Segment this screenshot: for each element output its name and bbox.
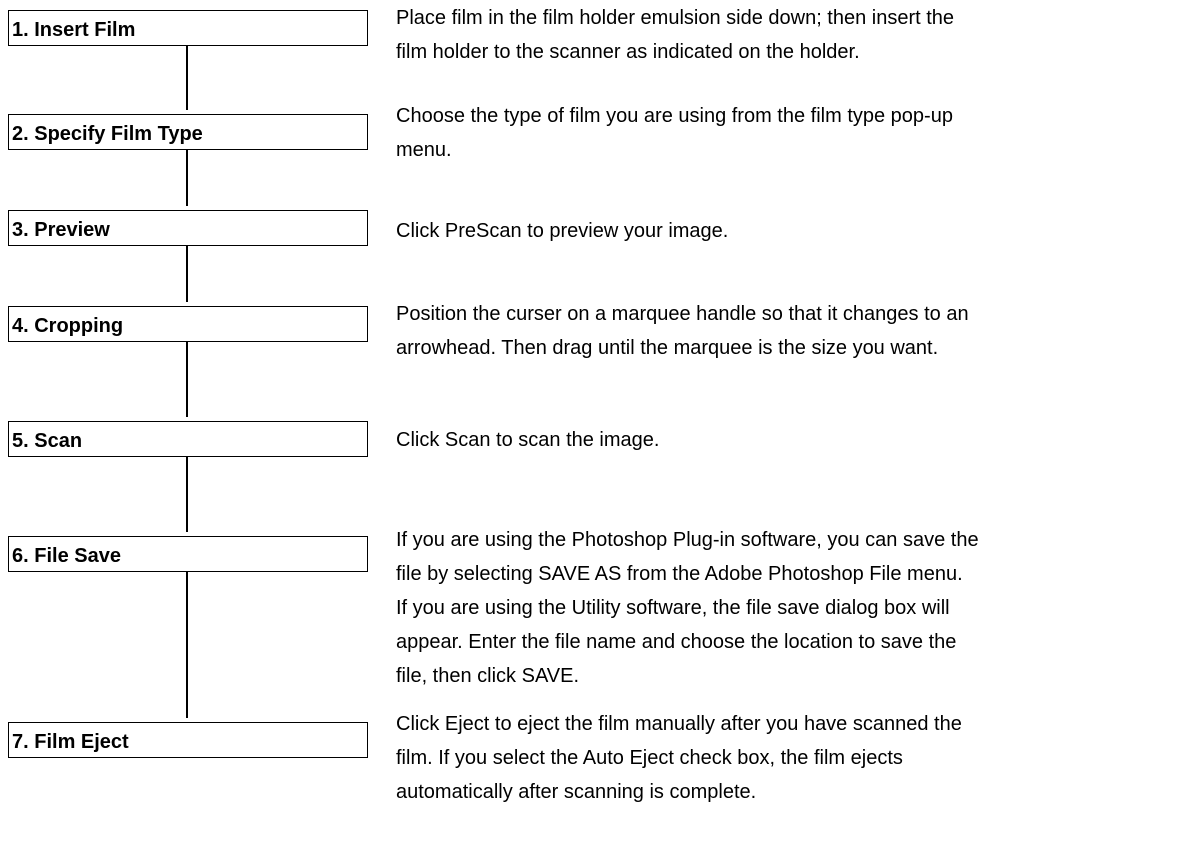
- description-line: automatically after scanning is complete…: [396, 781, 757, 803]
- connector-line-1-2: [186, 42, 188, 110]
- step-description-insert-film: Place film in the film holder emulsion s…: [396, 1, 1176, 69]
- step-box-film-eject: 7. Film Eject: [8, 722, 368, 758]
- connector-line-6-7: [186, 570, 188, 718]
- description-line: Click Eject to eject the film manually a…: [396, 713, 962, 735]
- description-line: film. If you select the Auto Eject check…: [396, 747, 903, 769]
- connector-line-4-5: [186, 340, 188, 417]
- step-description-scan: Click Scan to scan the image.: [396, 423, 1176, 457]
- step-box-specify-film-type: 2. Specify Film Type: [8, 114, 368, 150]
- step-box-insert-film: 1. Insert Film: [8, 10, 368, 46]
- step-description-film-eject: Click Eject to eject the film manually a…: [396, 707, 1176, 809]
- step-description-cropping: Position the curser on a marquee handle …: [396, 297, 1176, 365]
- description-line: If you are using the Utility software, t…: [396, 597, 950, 619]
- description-line: Position the curser on a marquee handle …: [396, 303, 969, 325]
- description-line: file by selecting SAVE AS from the Adobe…: [396, 563, 963, 585]
- description-line: Click PreScan to preview your image.: [396, 220, 729, 242]
- step-description-file-save: If you are using the Photoshop Plug-in s…: [396, 523, 1176, 693]
- step-description-preview: Click PreScan to preview your image.: [396, 214, 1176, 248]
- description-line: arrowhead. Then drag until the marquee i…: [396, 337, 939, 359]
- description-line: Choose the type of film you are using fr…: [396, 105, 953, 127]
- connector-line-5-6: [186, 455, 188, 532]
- step-box-preview: 3. Preview: [8, 210, 368, 246]
- connector-line-3-4: [186, 244, 188, 302]
- description-line: menu.: [396, 139, 452, 161]
- step-description-specify-film-type: Choose the type of film you are using fr…: [396, 99, 1176, 167]
- connector-line-2-3: [186, 148, 188, 206]
- description-line: If you are using the Photoshop Plug-in s…: [396, 529, 979, 551]
- description-line: film holder to the scanner as indicated …: [396, 41, 860, 63]
- description-line: file, then click SAVE.: [396, 665, 580, 687]
- description-line: Click Scan to scan the image.: [396, 429, 660, 451]
- step-box-file-save: 6. File Save: [8, 536, 368, 572]
- description-line: Place film in the film holder emulsion s…: [396, 7, 955, 29]
- step-box-cropping: 4. Cropping: [8, 306, 368, 342]
- description-line: appear. Enter the file name and choose t…: [396, 631, 957, 653]
- step-box-scan: 5. Scan: [8, 421, 368, 457]
